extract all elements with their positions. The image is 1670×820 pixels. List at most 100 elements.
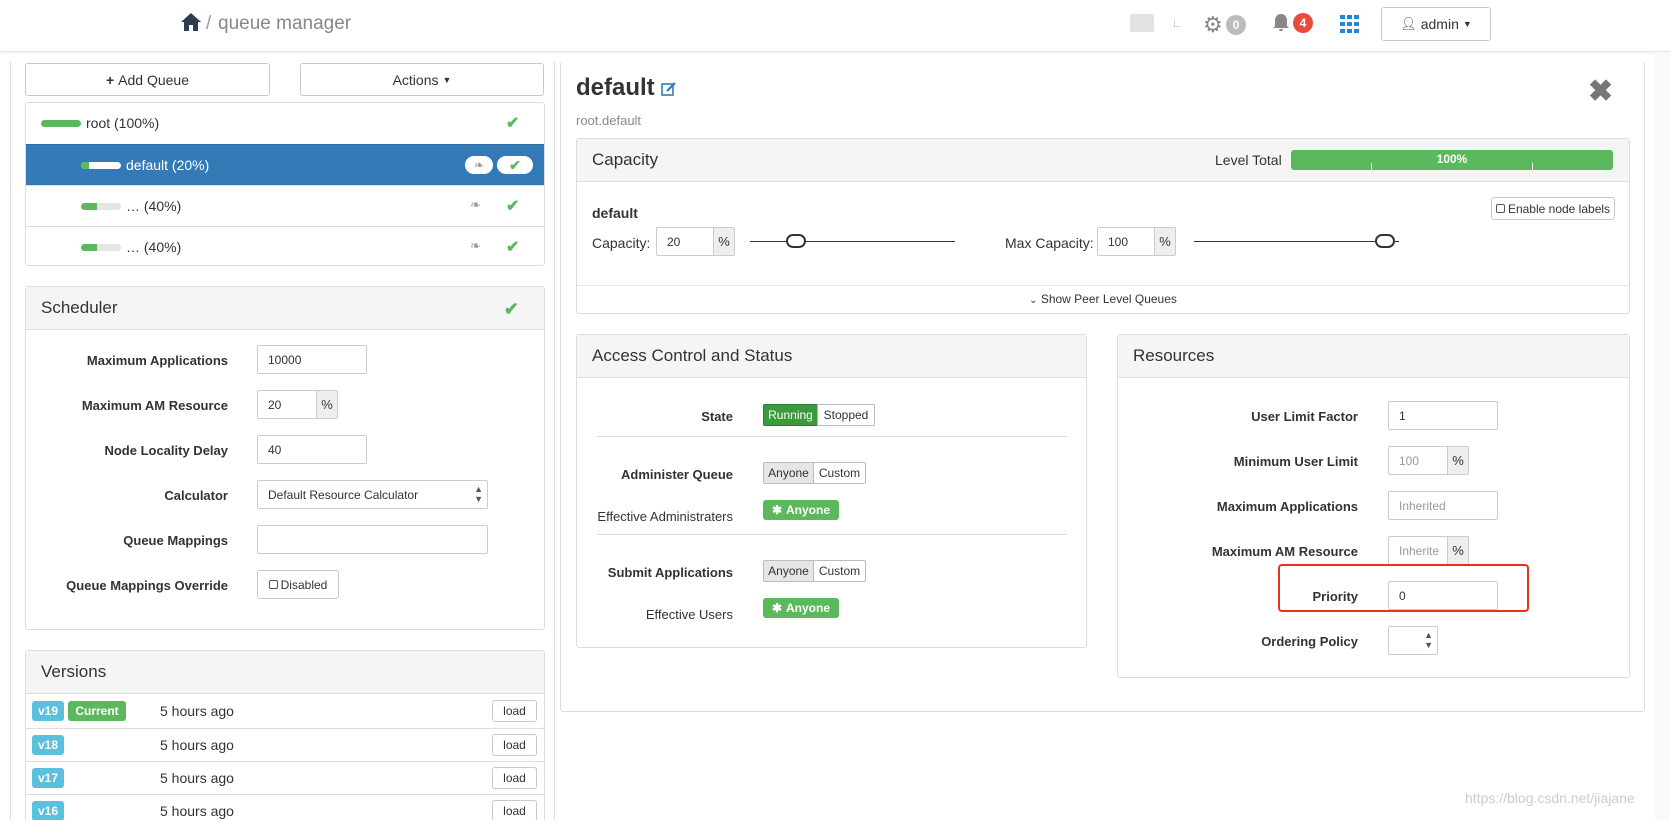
- level-total-label: Level Total: [1215, 152, 1282, 168]
- check-icon: ✔: [506, 239, 520, 256]
- version-time: 5 hours ago: [160, 803, 234, 819]
- caret-down-icon: ▼: [442, 74, 452, 85]
- scrollbar[interactable]: [1655, 52, 1670, 820]
- version-row: v16 5 hours ago load: [26, 794, 544, 820]
- version-tag: v18: [32, 735, 64, 755]
- resources-title: Resources: [1133, 346, 1215, 365]
- queue-label: root (100%): [86, 115, 160, 131]
- max-apps-input[interactable]: 10000: [257, 345, 367, 374]
- scheduler-panel: Scheduler ✔ Maximum Applications 10000 M…: [25, 286, 545, 630]
- effective-admins-badge: ✱ Anyone: [763, 500, 839, 520]
- ordering-policy-select[interactable]: ▲ ▼: [1388, 626, 1438, 655]
- asterisk-icon: ✱: [771, 601, 783, 615]
- chevron-down-icon: ⌄: [1029, 295, 1038, 306]
- plus-icon: +: [105, 71, 115, 88]
- max-am-resource-input[interactable]: 20: [257, 390, 317, 419]
- minimum-user-limit-input[interactable]: 100: [1388, 446, 1448, 475]
- check-icon: ✔: [506, 198, 520, 215]
- home-icon[interactable]: [180, 12, 202, 32]
- show-peer-queues-link[interactable]: ⌄ Show Peer Level Queues: [577, 292, 1629, 306]
- queue-mappings-override-toggle[interactable]: Disabled: [257, 570, 339, 599]
- ordering-policy-label: Ordering Policy: [1261, 634, 1358, 649]
- max-am-resource-label: Maximum AM Resource: [81, 398, 228, 413]
- version-tag: v16: [32, 801, 64, 820]
- max-am-resource-input[interactable]: Inherite: [1388, 536, 1448, 565]
- leaf-icon: ❧: [470, 238, 481, 253]
- version-time: 5 hours ago: [160, 770, 234, 786]
- user-menu-button[interactable]: 👤︎ admin ▼: [1381, 7, 1491, 41]
- administer-queue-label: Administer Queue: [621, 467, 733, 482]
- submit-anyone-button[interactable]: Anyone: [763, 560, 814, 582]
- queue-capacity-bar: [81, 244, 121, 251]
- calculator-label: Calculator: [164, 488, 228, 503]
- version-tag: v19: [32, 701, 64, 721]
- max-applications-input[interactable]: Inherited: [1388, 491, 1498, 520]
- load-version-button[interactable]: load: [492, 767, 537, 789]
- load-version-button[interactable]: load: [492, 700, 537, 722]
- checkbox-icon: [1495, 204, 1505, 213]
- calculator-select[interactable]: Default Resource Calculator ▲ ▼: [257, 480, 488, 509]
- enable-node-labels-toggle[interactable]: Enable node labels: [1491, 197, 1615, 220]
- actions-dropdown-button[interactable]: Actions ▼: [300, 63, 544, 96]
- gear-icon[interactable]: ⚙: [1203, 12, 1223, 38]
- queue-capacity-bar: [81, 162, 121, 169]
- queue-row-root[interactable]: root (100%) ✔: [26, 103, 544, 144]
- close-icon[interactable]: ✖: [1588, 74, 1613, 109]
- queue-row-default-selected[interactable]: default (20%) ❧ ✔: [26, 144, 544, 185]
- queue-label: … (40%): [126, 239, 182, 255]
- bell-icon[interactable]: [1272, 13, 1290, 33]
- queue-row-4[interactable]: … (40%) ❧ ✔: [26, 226, 544, 267]
- queue-detail-panel: default root.default ✖ Capacity Level To…: [560, 62, 1645, 712]
- redacted-mark-icon: ∟: [1172, 18, 1183, 30]
- max-capacity-label: Max Capacity:: [1005, 235, 1094, 251]
- state-running-button[interactable]: Running: [763, 404, 818, 426]
- resources-header: Resources: [1118, 335, 1629, 378]
- state-label: State: [701, 409, 733, 424]
- max-capacity-slider-handle[interactable]: [1375, 234, 1395, 248]
- queue-mappings-label: Queue Mappings: [123, 533, 228, 548]
- version-row: v19 Current 5 hours ago load: [26, 695, 544, 728]
- scheduler-title: Scheduler: [41, 298, 118, 317]
- version-row: v17 5 hours ago load: [26, 761, 544, 794]
- queue-label: … (40%): [126, 198, 182, 214]
- leaf-icon: ❧: [465, 156, 493, 174]
- administer-anyone-button[interactable]: Anyone: [763, 462, 814, 484]
- current-badge: Current: [68, 701, 126, 721]
- add-queue-button[interactable]: + Add Queue: [25, 63, 270, 96]
- user-limit-factor-input[interactable]: 1: [1388, 401, 1498, 430]
- version-time: 5 hours ago: [160, 737, 234, 753]
- level-total-bar: 100%: [1291, 150, 1613, 170]
- enable-node-labels-label: Enable node labels: [1507, 201, 1611, 216]
- capacity-input[interactable]: 20: [656, 227, 714, 256]
- submit-applications-label: Submit Applications: [607, 565, 733, 580]
- node-locality-delay-input[interactable]: 40: [257, 435, 367, 464]
- submit-custom-button[interactable]: Custom: [813, 560, 866, 582]
- node-locality-delay-label: Node Locality Delay: [104, 443, 228, 458]
- administer-custom-button[interactable]: Custom: [813, 462, 866, 484]
- max-applications-label: Maximum Applications: [1216, 499, 1358, 514]
- load-version-button[interactable]: load: [492, 734, 537, 756]
- capacity-panel: Capacity Level Total 100% default Enable…: [576, 138, 1630, 314]
- priority-input[interactable]: 0: [1388, 581, 1498, 610]
- level-total-value: 100%: [1436, 152, 1468, 166]
- max-capacity-input[interactable]: 100: [1097, 227, 1155, 256]
- queue-path: root.default: [576, 113, 642, 128]
- queue-row-3[interactable]: … (40%) ❧ ✔: [26, 185, 544, 226]
- watermark: https://blog.csdn.net/jiajane: [1465, 790, 1635, 806]
- max-capacity-slider-track[interactable]: [1194, 234, 1399, 248]
- apps-grid-icon[interactable]: [1340, 15, 1360, 33]
- load-version-button[interactable]: load: [492, 800, 537, 820]
- capacity-slider-handle[interactable]: [786, 234, 807, 248]
- breadcrumb-separator: /: [206, 13, 212, 34]
- check-icon: ✔: [497, 156, 533, 174]
- queue-capacity-bar: [41, 120, 81, 127]
- add-queue-label: Add Queue: [118, 71, 190, 88]
- tick-mark: [1371, 163, 1372, 170]
- versions-panel: Versions v19 Current 5 hours ago load v1…: [25, 650, 545, 820]
- select-arrows-icon: ▲ ▼: [474, 484, 483, 504]
- state-stopped-button[interactable]: Stopped: [817, 404, 875, 426]
- queue-mappings-input[interactable]: [257, 525, 488, 554]
- edit-icon[interactable]: [661, 81, 677, 97]
- leaf-icon: ❧: [470, 197, 481, 212]
- capacity-slider-track[interactable]: [750, 234, 955, 248]
